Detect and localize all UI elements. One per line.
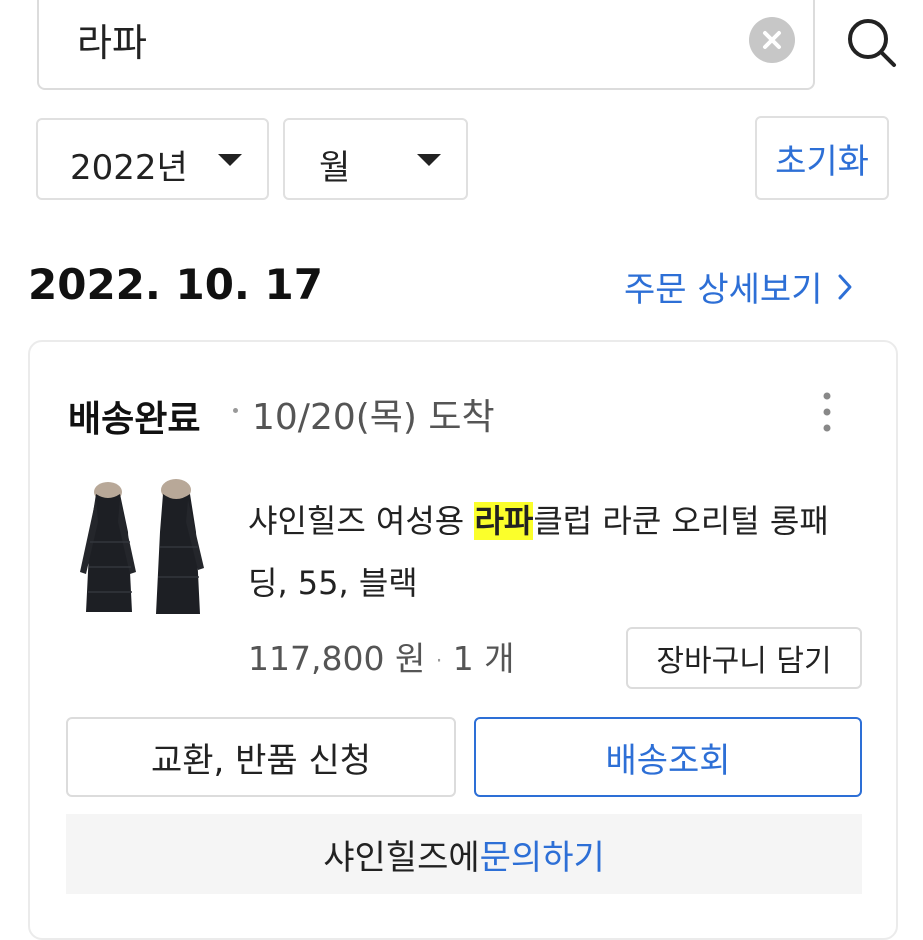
search-icon[interactable] [840, 12, 900, 72]
clear-icon[interactable] [749, 17, 795, 63]
product-image[interactable] [68, 472, 218, 622]
track-delivery-button[interactable]: 배송조회 [474, 717, 862, 797]
arrival-date: 10/20(목) 도착 [252, 397, 495, 438]
order-date: 2022. 10. 17 [28, 260, 323, 309]
price-line: 117,800 원 · 1 개 [248, 632, 515, 680]
reset-button[interactable]: 초기화 [755, 116, 889, 200]
product-title[interactable]: 샤인힐즈 여성용 라파클럽 라쿤 오리털 롱패딩, 55, 블랙 [248, 490, 868, 614]
month-dropdown[interactable]: 월 [283, 118, 468, 200]
seller-inquiry-button[interactable]: 샤인힐즈에 문의하기 [66, 814, 862, 894]
year-dropdown[interactable]: 2022년 [36, 118, 269, 200]
separator-dot [233, 408, 238, 413]
chevron-down-icon [218, 154, 242, 166]
order-detail-link[interactable]: 주문 상세보기 [624, 262, 853, 311]
add-to-cart-button[interactable]: 장바구니 담기 [626, 627, 862, 689]
search-highlight: 라파 [474, 502, 534, 540]
chevron-down-icon [417, 154, 441, 166]
delivery-status: 배송완료 [68, 399, 201, 440]
return-exchange-button[interactable]: 교환, 반품 신청 [66, 717, 456, 797]
order-detail-label: 주문 상세보기 [624, 270, 823, 310]
more-vertical-icon[interactable] [820, 390, 834, 434]
product-title-prefix: 샤인힐즈 여성용 [248, 502, 475, 540]
inquiry-seller: 샤인힐즈에 [323, 837, 480, 878]
separator-dot: · [435, 648, 443, 673]
chevron-right-icon [838, 274, 851, 299]
inquiry-link[interactable]: 문의하기 [480, 830, 605, 879]
order-card: 배송완료 10/20(목) 도착 샤인힐즈 여성용 라파클럽 라쿤 오리털 롱패… [28, 340, 898, 940]
search-query: 라파 [77, 21, 147, 65]
year-value: 2022년 [70, 148, 188, 188]
product-price: 117,800 원 [248, 639, 426, 678]
month-value: 월 [319, 148, 351, 188]
product-quantity: 1 개 [452, 639, 515, 678]
search-input[interactable]: 라파 [37, 0, 815, 90]
